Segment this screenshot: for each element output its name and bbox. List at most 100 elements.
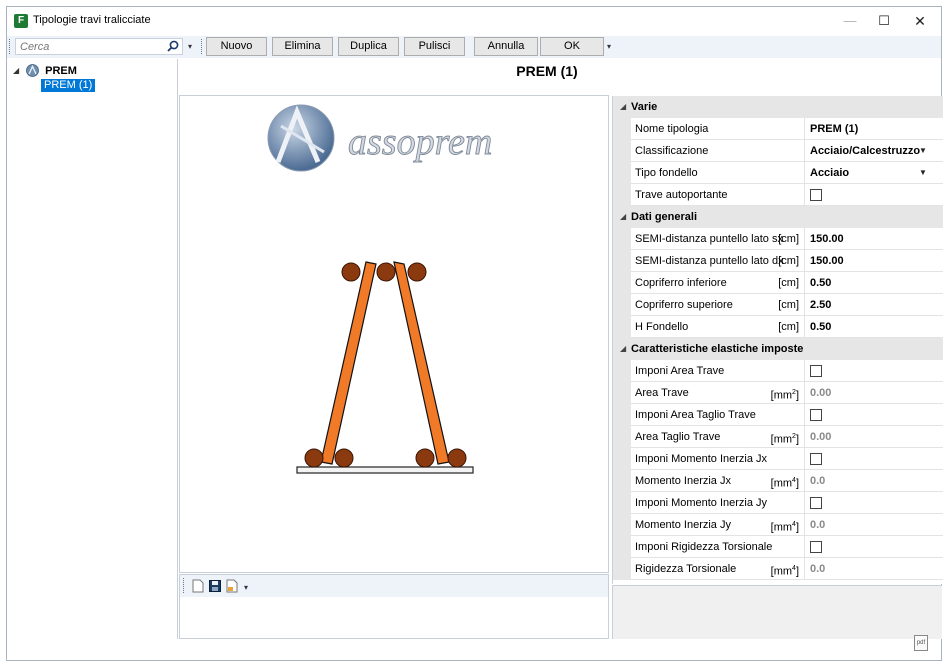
duplicate-button[interactable]: Duplica	[338, 37, 399, 56]
prop-copriferro-inferiore[interactable]: Copriferro inferiore [cm] 0.50	[613, 272, 943, 294]
prop-unit: [mm4]	[771, 470, 799, 492]
truss-diagonal-right	[393, 261, 450, 465]
unit-base: [mm	[770, 565, 793, 578]
row-gutter	[613, 514, 631, 536]
prop-imponi-jy[interactable]: Imponi Momento Inerzia Jy	[613, 492, 943, 514]
prop-copriferro-superiore[interactable]: Copriferro superiore [cm] 2.50	[613, 294, 943, 316]
prop-momento-jx[interactable]: Momento Inerzia Jx [mm4] 0.0	[613, 470, 943, 492]
prop-imponi-rigidezza-torsionale[interactable]: Imponi Rigidezza Torsionale	[613, 536, 943, 558]
dropdown-arrow-icon[interactable]: ▼	[919, 162, 927, 184]
row-gutter	[613, 294, 631, 316]
prop-value[interactable]: 2.50	[810, 294, 922, 316]
row-gutter	[613, 404, 631, 426]
prop-value[interactable]: 150.00	[810, 228, 922, 250]
truss-section-drawing: assoprem	[267, 104, 493, 474]
prop-rigidezza-torsionale[interactable]: Rigidezza Torsionale [mm4] 0.0	[613, 558, 943, 580]
pdf-icon[interactable]: pdf	[914, 635, 928, 651]
row-gutter	[613, 470, 631, 492]
prop-imponi-area-trave[interactable]: Imponi Area Trave	[613, 360, 943, 382]
prop-area-taglio-trave[interactable]: Area Taglio Trave [mm2] 0.00	[613, 426, 943, 448]
prop-value[interactable]: Acciaio/Calcestruzzo	[810, 140, 922, 162]
row-gutter	[613, 536, 631, 558]
unit-end: ]	[795, 521, 799, 534]
column-separator	[804, 228, 805, 250]
page-title: PREM (1)	[516, 63, 578, 79]
row-gutter	[613, 382, 631, 404]
prop-label: Imponi Momento Inerzia Jx	[635, 453, 768, 465]
row-gutter	[613, 118, 631, 140]
bottom-bar-4	[447, 448, 467, 468]
clear-button[interactable]: Pulisci	[404, 37, 465, 56]
collapse-icon[interactable]: ◢	[620, 206, 626, 228]
prop-tipo-fondello[interactable]: Tipo fondello Acciaio ▼	[613, 162, 943, 184]
row-gutter	[613, 360, 631, 382]
tree-root-label: PREM	[45, 64, 77, 77]
bottom-toolbar-grip[interactable]	[183, 578, 186, 593]
column-separator	[804, 184, 805, 206]
save-icon[interactable]	[209, 579, 221, 593]
prop-value[interactable]: PREM (1)	[810, 118, 922, 140]
tree-item-selected[interactable]: PREM (1)	[41, 79, 96, 92]
checkbox[interactable]	[810, 409, 822, 421]
delete-button[interactable]: Elimina	[272, 37, 333, 56]
category-varie[interactable]: ◢ Varie	[613, 96, 943, 118]
tree-root-item[interactable]: ◢ PREM	[13, 64, 77, 78]
prop-value[interactable]: 0.0	[810, 514, 922, 536]
collapse-icon[interactable]: ◢	[620, 338, 626, 360]
prop-h-fondello[interactable]: H Fondello [cm] 0.50	[613, 316, 943, 338]
category-dati-generali[interactable]: ◢ Dati generali	[613, 206, 943, 228]
prop-value[interactable]: 0.0	[810, 470, 922, 492]
prop-trave-autoportante[interactable]: Trave autoportante	[613, 184, 943, 206]
row-gutter	[613, 272, 631, 294]
prop-value[interactable]: 0.50	[810, 316, 922, 338]
prop-imponi-area-taglio[interactable]: Imponi Area Taglio Trave	[613, 404, 943, 426]
prop-value[interactable]: 0.50	[810, 272, 922, 294]
row-gutter	[613, 426, 631, 448]
prop-classificazione[interactable]: Classificazione Acciaio/Calcestruzzo ▼	[613, 140, 943, 162]
toolbar-overflow-icon-2[interactable]: ▾	[607, 42, 611, 51]
prop-value[interactable]: Acciaio	[810, 162, 922, 184]
checkbox[interactable]	[810, 541, 822, 553]
toolbar-grip-2[interactable]	[201, 39, 204, 54]
window-title: Tipologie travi tralicciate	[33, 14, 151, 26]
bottom-toolbar-overflow-icon[interactable]: ▾	[244, 583, 248, 592]
prop-imponi-jx[interactable]: Imponi Momento Inerzia Jx	[613, 448, 943, 470]
prop-momento-jy[interactable]: Momento Inerzia Jy [mm4] 0.0	[613, 514, 943, 536]
checkbox[interactable]	[810, 453, 822, 465]
prop-value[interactable]: 0.0	[810, 558, 922, 580]
bottom-bar-2	[334, 448, 354, 468]
checkbox[interactable]	[810, 189, 822, 201]
prop-area-trave[interactable]: Area Trave [mm2] 0.00	[613, 382, 943, 404]
search-input[interactable]	[16, 39, 161, 54]
export-icon[interactable]	[226, 579, 238, 593]
new-document-icon[interactable]	[192, 579, 204, 593]
ok-button[interactable]: OK	[540, 37, 604, 56]
row-gutter	[613, 140, 631, 162]
collapse-icon[interactable]: ◢	[620, 96, 626, 118]
close-button[interactable]: ✕	[901, 7, 939, 35]
checkbox[interactable]	[810, 497, 822, 509]
prop-value[interactable]: 0.00	[810, 382, 922, 404]
unit-end: ]	[795, 433, 799, 446]
prop-value[interactable]: 150.00	[810, 250, 922, 272]
prop-nome-tipologia[interactable]: Nome tipologia PREM (1)	[613, 118, 943, 140]
prop-unit: [mm2]	[771, 382, 799, 404]
minimize-button[interactable]: —	[831, 7, 869, 35]
collapse-icon[interactable]: ◢	[13, 66, 23, 75]
dropdown-arrow-icon[interactable]: ▼	[919, 140, 927, 162]
new-button[interactable]: Nuovo	[206, 37, 267, 56]
cancel-button[interactable]: Annulla	[474, 37, 538, 56]
prop-semi-sx[interactable]: SEMI-distanza puntello lato sx [cm] 150.…	[613, 228, 943, 250]
top-bar-3	[407, 262, 427, 282]
prop-value[interactable]: 0.00	[810, 426, 922, 448]
row-gutter	[613, 162, 631, 184]
search-box[interactable]	[15, 38, 183, 55]
category-label: Dati generali	[631, 211, 698, 223]
toolbar-grip[interactable]	[9, 39, 12, 54]
maximize-button[interactable]: ☐	[865, 7, 903, 35]
checkbox[interactable]	[810, 365, 822, 377]
prop-semi-dx[interactable]: SEMI-distanza puntello lato dx [cm] 150.…	[613, 250, 943, 272]
category-caratteristiche-elastiche[interactable]: ◢ Caratteristiche elastiche imposte	[613, 338, 943, 360]
toolbar-overflow-icon[interactable]: ▾	[188, 42, 192, 51]
search-icon[interactable]	[167, 40, 179, 52]
